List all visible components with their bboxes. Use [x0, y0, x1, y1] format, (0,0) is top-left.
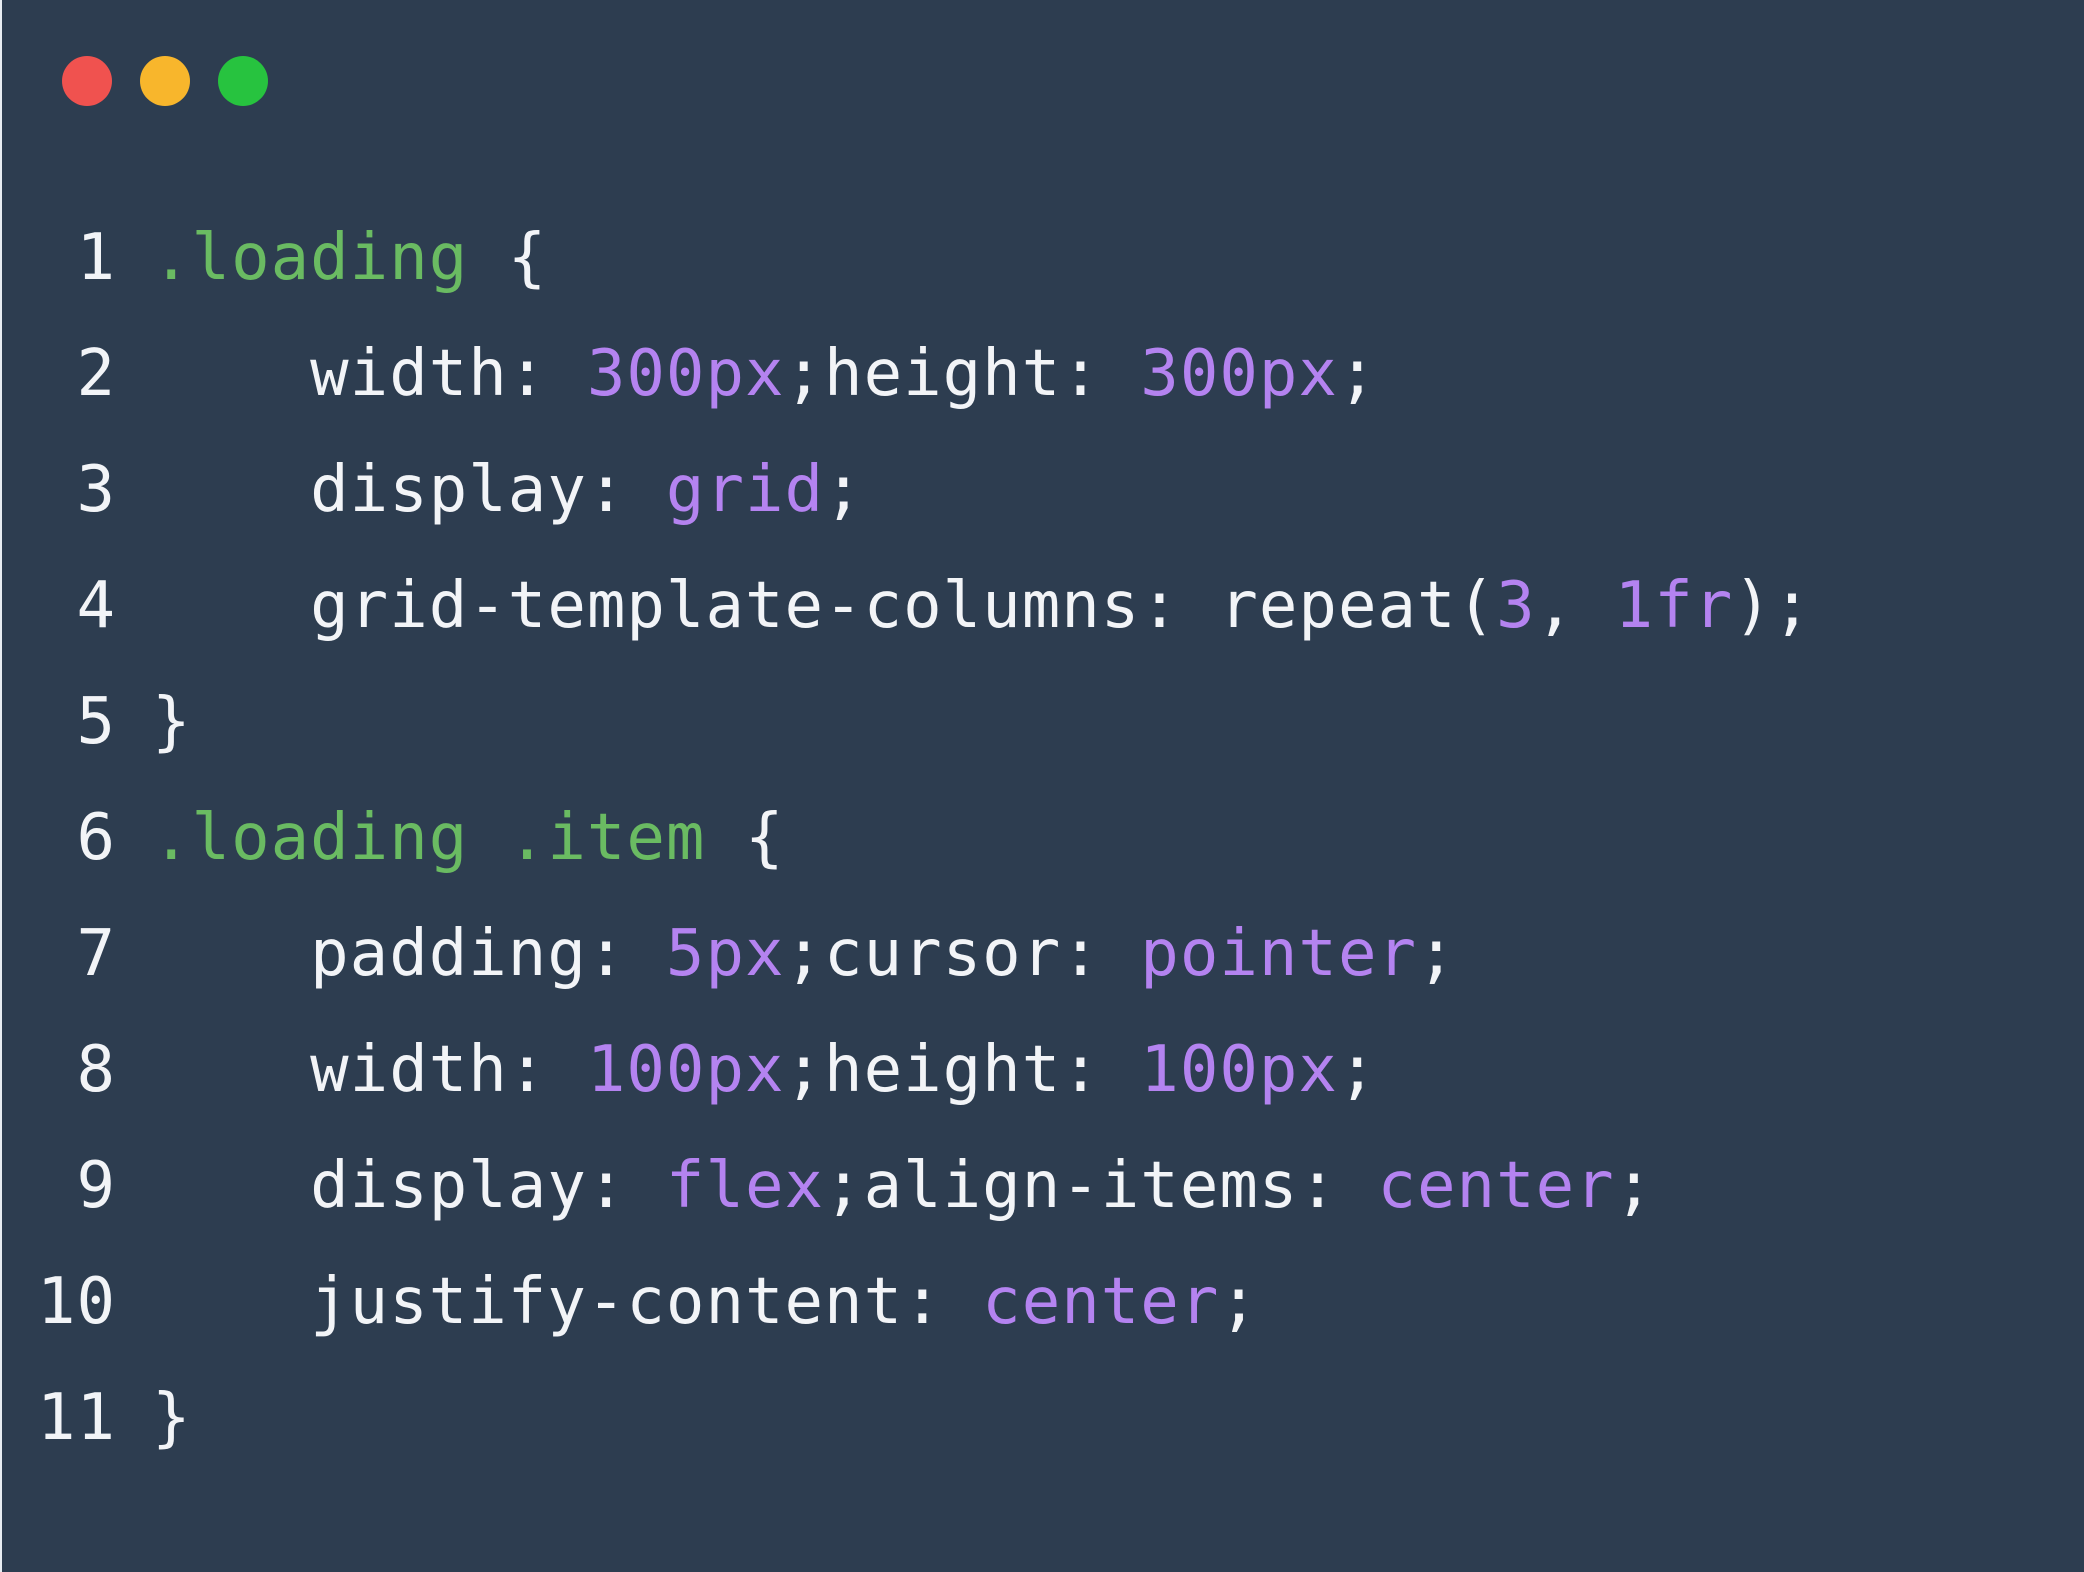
css-selector-token: .loading: [152, 801, 469, 875]
line-number: 9: [76, 1149, 116, 1223]
code-text-token: justify-content:: [152, 1265, 983, 1339]
code-text-token: display:: [152, 1149, 666, 1223]
code-line[interactable]: 1 .loading {: [2, 200, 1812, 316]
code-text-token: grid-template-columns: repeat(: [152, 569, 1497, 643]
code-line[interactable]: 8 width: 100px;height: 100px;: [2, 1012, 1812, 1128]
line-number: 2: [76, 337, 116, 411]
line-content: padding: 5px;cursor: pointer;: [152, 896, 1457, 1012]
css-value-token: center: [982, 1265, 1220, 1339]
code-text-token: ;height:: [784, 1033, 1141, 1107]
code-line[interactable]: 10 justify-content: center;: [2, 1244, 1812, 1360]
line-content: .loading {: [152, 200, 547, 316]
line-number: 11: [36, 1381, 116, 1455]
line-content: grid-template-columns: repeat(3, 1fr);: [152, 548, 1812, 664]
line-number: 8: [76, 1033, 116, 1107]
css-value-token: grid: [665, 453, 825, 527]
css-value-token: 3: [1496, 569, 1536, 643]
line-number: 1: [76, 221, 116, 295]
code-line[interactable]: 5}: [2, 664, 1812, 780]
css-value-token: pointer: [1140, 917, 1417, 991]
line-content: justify-content: center;: [152, 1244, 1259, 1360]
code-text-token: display:: [152, 453, 666, 527]
code-text-token: {: [705, 801, 785, 875]
css-selector-token: .item: [507, 801, 706, 875]
css-selector-token: .loading: [152, 221, 469, 295]
css-value-token: 300px: [586, 337, 785, 411]
css-value-token: center: [1377, 1149, 1615, 1223]
line-number: 6: [76, 801, 116, 875]
window-controls: [62, 56, 268, 108]
css-value-token: 100px: [586, 1033, 785, 1107]
line-number: 4: [76, 569, 116, 643]
css-value-token: 300px: [1140, 337, 1338, 411]
code-text-token: ;height:: [784, 337, 1141, 411]
code-text-token: );: [1733, 569, 1813, 643]
code-line[interactable]: 3 display: grid;: [2, 432, 1812, 548]
code-text-token: width:: [152, 1033, 587, 1107]
code-text-token: width:: [152, 337, 587, 411]
code-text-token: {: [468, 221, 548, 295]
code-line[interactable]: 4 grid-template-columns: repeat(3, 1fr);: [2, 548, 1812, 664]
css-value-token: 1fr: [1614, 569, 1734, 643]
line-content: display: grid;: [152, 432, 864, 548]
zoom-button[interactable]: [218, 56, 268, 106]
code-line[interactable]: 2 width: 300px;height: 300px;: [2, 316, 1812, 432]
code-line[interactable]: 6 .loading .item {: [2, 780, 1812, 896]
code-text-token: ;: [1337, 1033, 1378, 1107]
code-text-token: ;: [1219, 1265, 1259, 1339]
code-text-token: }: [152, 1381, 192, 1455]
css-value-token: 100px: [1140, 1033, 1338, 1107]
code-text-token: ;: [1417, 917, 1457, 991]
line-content: }: [152, 1360, 192, 1476]
css-value-token: 5px: [665, 917, 785, 991]
line-number: 7: [76, 917, 116, 991]
code-line[interactable]: 9 display: flex;align-items: center;: [2, 1128, 1812, 1244]
code-text-token: ;: [1337, 337, 1378, 411]
code-text-token: ;: [824, 453, 864, 527]
line-content: display: flex;align-items: center;: [152, 1128, 1654, 1244]
close-button[interactable]: [62, 56, 112, 106]
code-text-token: ;cursor:: [784, 917, 1141, 991]
line-content: .loading .item {: [152, 780, 785, 896]
line-number: 3: [76, 453, 116, 527]
code-window: 1 .loading {2 width: 300px;height: 300px;…: [0, 0, 2084, 1572]
css-value-token: flex: [665, 1149, 825, 1223]
code-text-token: ;: [1614, 1149, 1655, 1223]
code-line[interactable]: 11}: [2, 1360, 1812, 1476]
line-number: 10: [36, 1265, 116, 1339]
code-line[interactable]: 7 padding: 5px;cursor: pointer;: [2, 896, 1812, 1012]
code-text-token: ;align-items:: [824, 1149, 1378, 1223]
line-content: width: 300px;height: 300px;: [152, 316, 1377, 432]
line-content: width: 100px;height: 100px;: [152, 1012, 1377, 1128]
code-editor[interactable]: 1 .loading {2 width: 300px;height: 300px;…: [2, 200, 1812, 1476]
code-text-token: }: [152, 685, 192, 759]
minimize-button[interactable]: [140, 56, 190, 106]
code-text-token: ,: [1535, 569, 1615, 643]
code-text-token: padding:: [152, 917, 666, 991]
line-number: 5: [76, 685, 116, 759]
line-content: }: [152, 664, 192, 780]
